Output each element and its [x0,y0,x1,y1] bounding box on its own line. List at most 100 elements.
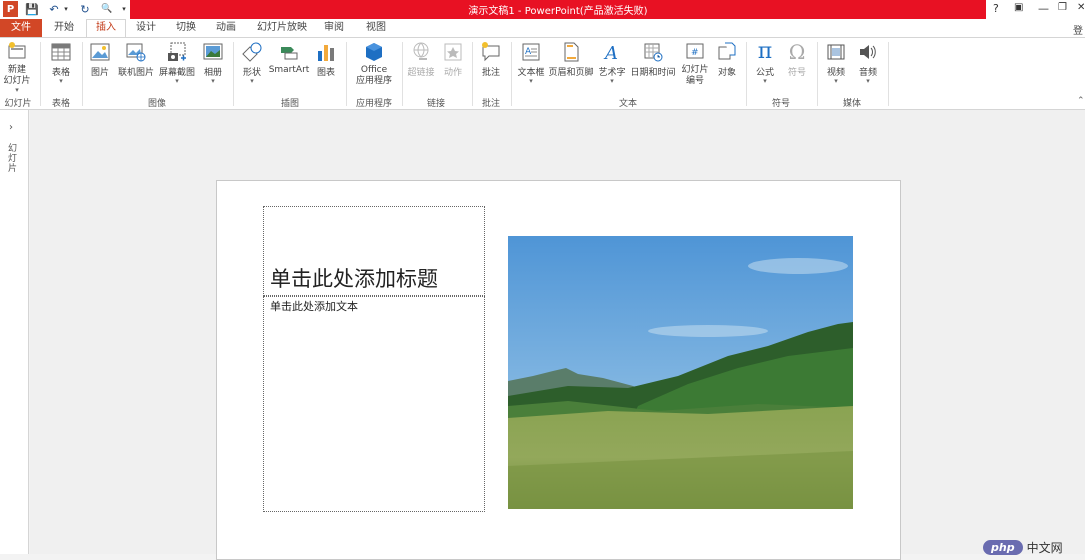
dropdown-caret-icon: ▾ [211,77,215,85]
audio-button[interactable]: 音频 ▾ [854,41,882,85]
symbol-button[interactable]: Ω 符号 [783,41,811,78]
ribbon-display-icon[interactable]: ▣ [1014,2,1023,13]
hyperlink-label: 超链接 [407,68,435,78]
tab-design[interactable]: 设计 [130,19,162,37]
table-button[interactable]: 表格 ▾ [46,41,76,85]
help-icon[interactable]: ? [993,2,999,15]
title-bar: 演示文稿1 - PowerPoint(产品激活失败) [130,0,986,19]
picture-button[interactable]: 图片 [86,41,114,78]
header-footer-button[interactable]: 页眉和页脚 [548,41,594,78]
equation-button[interactable]: π 公式 ▾ [751,41,779,86]
dropdown-caret-icon: ▾ [866,77,870,85]
smartart-button[interactable]: SmartArt [268,41,310,75]
comment-label: 批注 [481,68,500,78]
tab-view[interactable]: 视图 [360,19,392,37]
dropdown-caret-icon: ▾ [250,77,254,85]
dropdown-caret-icon: ▾ [834,77,838,85]
powerpoint-logo-icon: P [3,1,18,17]
group-separator [888,42,889,106]
tab-insert[interactable]: 插入 [86,19,126,37]
datetime-label: 日期和时间 [630,68,676,78]
minimize-icon[interactable]: — [1038,2,1049,15]
expand-pane-chevron-icon[interactable]: › [9,122,13,133]
textbox-icon: A [522,43,540,61]
screenshot-icon [168,42,186,61]
window-controls: ? ▣ — ❐ ✕ [986,0,1085,19]
content-placeholder-text: 单击此处添加文本 [270,300,358,313]
online-picture-button[interactable]: 联机图片 [116,41,156,78]
undo-dropdown-icon[interactable]: ▾ [62,1,70,17]
office-apps-label-line1: Office [360,65,388,75]
watermark-text: 中文网 [1026,541,1063,555]
table-icon [51,43,71,61]
album-button[interactable]: 相册 ▾ [199,41,227,85]
wordart-icon: A [603,43,618,63]
group-label-illustrations: 插图 [280,99,299,109]
object-icon [718,42,736,60]
tab-animations[interactable]: 动画 [210,19,242,37]
hyperlink-icon [413,42,429,60]
ribbon-tabs: 文件 开始 插入 设计 切换 动画 幻灯片放映 审阅 视图 登 [0,19,1085,37]
dropdown-caret-icon: ▾ [763,77,767,85]
online-picture-label: 联机图片 [117,68,154,78]
hyperlink-button[interactable]: 超链接 [405,41,437,78]
dropdown-caret-icon: ▾ [59,77,63,85]
group-label-links: 链接 [426,99,445,109]
comment-button[interactable]: 批注 [477,41,505,78]
shapes-button[interactable]: 形状 ▾ [238,41,266,85]
action-star-icon [444,43,462,61]
video-film-icon [827,44,845,60]
video-button[interactable]: 视频 ▾ [822,41,850,85]
object-button[interactable]: 对象 [713,41,741,78]
preview-icon[interactable]: 🔍 [100,1,114,17]
group-label-symbols: 符号 [771,99,790,109]
new-slide-button[interactable]: 新建 幻灯片 ▾ [2,41,32,94]
close-icon[interactable]: ✕ [1077,2,1085,13]
tab-slideshow[interactable]: 幻灯片放映 [252,19,312,37]
action-button[interactable]: 动作 [440,41,466,78]
slide-number-label-line2: 编号 [685,76,704,86]
tab-home[interactable]: 开始 [48,19,80,37]
screenshot-button[interactable]: 屏幕截图 ▾ [157,41,197,85]
new-slide-icon [8,42,26,59]
save-icon[interactable]: 💾 [25,1,39,17]
textbox-button[interactable]: A 文本框 ▾ [515,41,547,85]
wordart-button[interactable]: A 艺术字 ▾ [597,41,627,85]
restore-icon[interactable]: ❐ [1058,2,1067,13]
title-placeholder[interactable]: 单击此处添加标题 [263,206,485,296]
content-placeholder[interactable]: 单击此处添加文本 [263,296,485,512]
php-logo: php [983,540,1023,555]
group-label-text: 文本 [618,99,637,109]
group-label-tables: 表格 [51,99,70,109]
chart-button[interactable]: 图表 [312,41,340,78]
header-footer-icon [564,42,579,62]
quick-access-toolbar: P 💾 ↶ ▾ ↻ 🔍 ▾ [0,0,130,19]
slides-pane-collapsed: › 幻灯片 [0,110,29,554]
slide-number-label-line1: 幻灯片 [681,65,709,75]
office-apps-label-line2: 应用程序 [355,76,392,86]
tab-transitions[interactable]: 切换 [170,19,202,37]
redo-icon[interactable]: ↻ [78,1,92,17]
group-separator [233,42,234,106]
group-separator [511,42,512,106]
customize-qat-icon[interactable]: ▾ [120,1,128,17]
group-separator [817,42,818,106]
action-label: 动作 [443,68,462,78]
window-title: 演示文稿1 - PowerPoint(产品激活失败) [468,6,648,17]
picture-icon [90,43,110,61]
group-label-slides: 幻灯片 [4,99,32,109]
collapse-ribbon-icon[interactable]: ⌃ [1077,96,1085,106]
title-placeholder-text: 单击此处添加标题 [270,267,438,291]
slide-number-button[interactable]: # 幻灯片 编号 [679,41,711,87]
smartart-icon [281,47,298,60]
undo-icon[interactable]: ↶ [47,1,61,17]
signin-link[interactable]: 登 [1073,22,1083,37]
slides-pane-label[interactable]: 幻灯片 [8,144,18,174]
tab-file[interactable]: 文件 [0,19,42,37]
tab-review[interactable]: 审阅 [318,19,350,37]
datetime-button[interactable]: 日期和时间 [628,41,678,78]
office-apps-button[interactable]: Office 应用程序 [350,41,398,87]
calendar-clock-icon [644,43,663,62]
landscape-picture[interactable] [508,236,853,509]
group-label-apps: 应用程序 [355,99,392,109]
